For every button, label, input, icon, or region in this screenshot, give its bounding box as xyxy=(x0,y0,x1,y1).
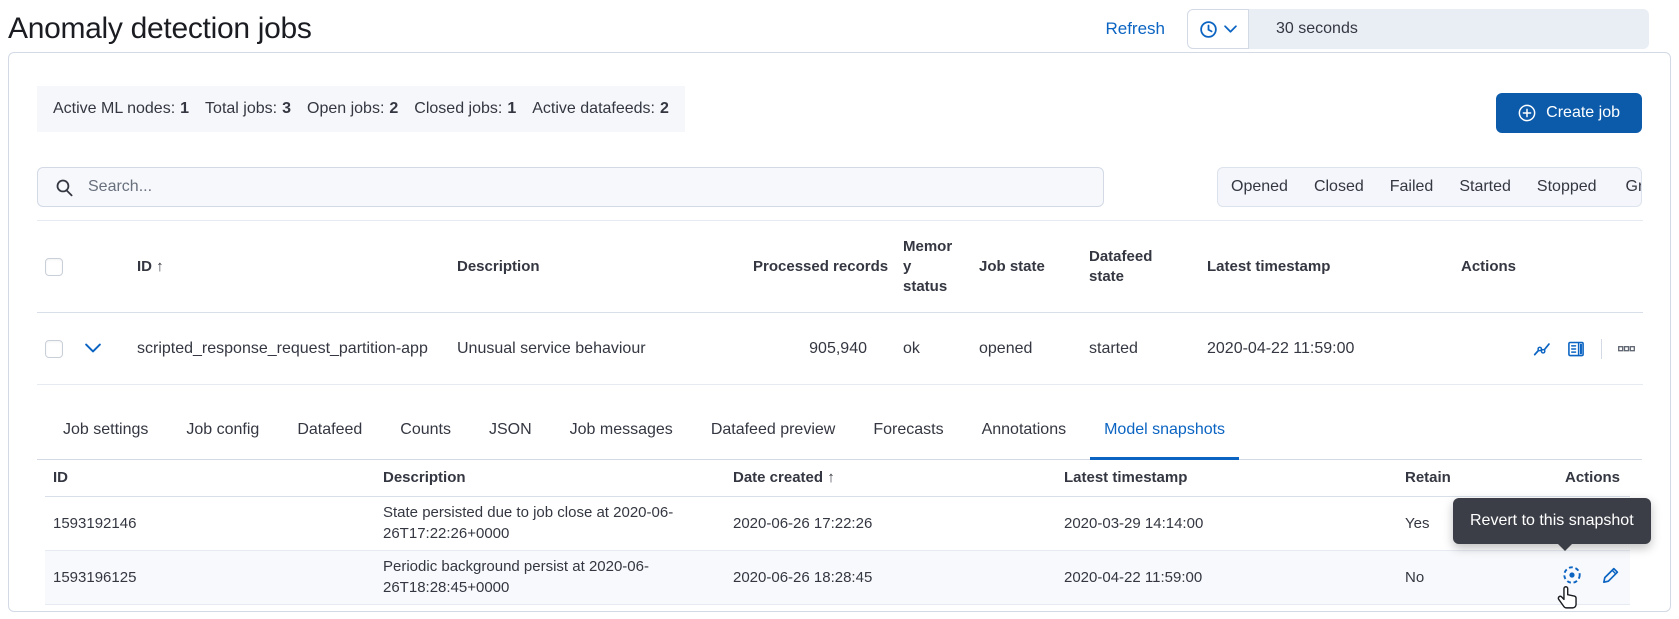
job-datafeed-state: started xyxy=(1077,313,1195,385)
tab-job-messages[interactable]: Job messages xyxy=(556,391,687,459)
refresh-interval-picker: 30 seconds xyxy=(1187,9,1649,49)
stat-total-jobs: Total jobs:3 xyxy=(205,100,291,118)
column-header-actions: Actions xyxy=(1425,221,1643,313)
jobs-table-header-row: ID ↑ Description Processed records Memor… xyxy=(37,221,1643,313)
snapshot-id: 1593192146 xyxy=(45,496,375,550)
snap-column-latest-timestamp[interactable]: Latest timestamp xyxy=(1056,460,1397,496)
job-state: opened xyxy=(967,313,1077,385)
single-metric-viewer-icon[interactable] xyxy=(1533,340,1551,358)
filter-started[interactable]: Started xyxy=(1446,168,1524,206)
job-memory-status: ok xyxy=(891,313,967,385)
search-box xyxy=(37,167,1104,207)
snapshot-id: 1593196125 xyxy=(45,550,375,604)
snapshot-date-created: 2020-06-26 17:22:26 xyxy=(725,496,1056,550)
tab-datafeed-preview[interactable]: Datafeed preview xyxy=(697,391,850,459)
column-header-latest-timestamp[interactable]: Latest timestamp xyxy=(1195,221,1425,313)
snapshots-header-row: ID Description Date created ↑ Latest tim… xyxy=(45,460,1630,496)
revert-snapshot-tooltip: Revert to this snapshot xyxy=(1453,498,1651,544)
job-processed-records: 905,940 xyxy=(741,313,891,385)
job-id: scripted_response_request_partition-app xyxy=(111,313,441,385)
job-row: scripted_response_request_partition-app … xyxy=(37,313,1643,385)
expand-column-header xyxy=(73,221,111,313)
column-header-description[interactable]: Description xyxy=(441,221,741,313)
clock-icon xyxy=(1199,20,1218,39)
snapshot-date-created: 2020-06-26 18:28:45 xyxy=(725,550,1056,604)
tab-job-settings[interactable]: Job settings xyxy=(49,391,162,459)
tab-forecasts[interactable]: Forecasts xyxy=(859,391,957,459)
sort-ascending-icon: ↑ xyxy=(827,469,835,486)
snap-column-description[interactable]: Description xyxy=(375,460,725,496)
jobs-panel: Active ML nodes:1 Total jobs:3 Open jobs… xyxy=(8,52,1671,612)
column-header-processed-records[interactable]: Processed records xyxy=(741,221,891,313)
stat-open-jobs: Open jobs:2 xyxy=(307,100,398,118)
collapse-row-chevron-icon[interactable] xyxy=(85,343,101,353)
create-job-button[interactable]: Create job xyxy=(1496,93,1642,133)
tab-annotations[interactable]: Annotations xyxy=(968,391,1081,459)
filter-group: Opened Closed Failed Started Stopped Gro… xyxy=(1217,167,1642,207)
row-checkbox[interactable] xyxy=(45,340,63,358)
sort-ascending-icon: ↑ xyxy=(156,258,164,275)
stat-active-ml-nodes: Active ML nodes:1 xyxy=(53,100,189,118)
search-icon xyxy=(55,178,74,197)
tab-job-config[interactable]: Job config xyxy=(172,391,273,459)
column-header-memory-status[interactable]: Memory status xyxy=(891,221,967,313)
plus-in-circle-icon xyxy=(1518,104,1536,122)
tab-json[interactable]: JSON xyxy=(475,391,546,459)
snapshot-latest-timestamp: 2020-04-22 11:59:00 xyxy=(1056,550,1397,604)
filter-closed[interactable]: Closed xyxy=(1301,168,1377,206)
column-header-datafeed-state[interactable]: Datafeed state xyxy=(1077,221,1195,313)
tab-datafeed[interactable]: Datafeed xyxy=(283,391,376,459)
ml-stats-bar: Active ML nodes:1 Total jobs:3 Open jobs… xyxy=(37,86,685,132)
refresh-interval-value[interactable]: 30 seconds xyxy=(1249,9,1649,49)
chevron-down-icon xyxy=(1224,25,1237,33)
snapshot-row: 1593192146 State persisted due to job cl… xyxy=(45,496,1630,550)
actions-divider xyxy=(1601,339,1602,359)
job-description: Unusual service behaviour xyxy=(441,313,741,385)
job-latest-timestamp: 2020-04-22 11:59:00 xyxy=(1195,313,1425,385)
snap-column-actions: Actions xyxy=(1532,460,1630,496)
column-header-id[interactable]: ID ↑ xyxy=(111,221,441,313)
jobs-table: ID ↑ Description Processed records Memor… xyxy=(37,220,1643,385)
snap-column-id[interactable]: ID xyxy=(45,460,375,496)
model-snapshots-table: ID Description Date created ↑ Latest tim… xyxy=(45,460,1630,605)
snap-column-retain[interactable]: Retain xyxy=(1397,460,1532,496)
select-all-checkbox[interactable] xyxy=(45,258,63,276)
job-detail-tabs: Job settings Job config Datafeed Counts … xyxy=(37,391,1642,460)
edit-snapshot-icon[interactable] xyxy=(1601,566,1620,585)
tab-counts[interactable]: Counts xyxy=(386,391,465,459)
page-header: Anomaly detection jobs Refresh 30 second… xyxy=(0,0,1679,52)
snapshot-description: Periodic background persist at 2020-06-2… xyxy=(375,550,725,604)
tab-model-snapshots[interactable]: Model snapshots xyxy=(1090,391,1239,459)
snapshot-latest-timestamp: 2020-03-29 14:14:00 xyxy=(1056,496,1397,550)
filter-opened[interactable]: Opened xyxy=(1218,168,1301,206)
tooltip-caret xyxy=(1557,543,1573,551)
stat-closed-jobs: Closed jobs:1 xyxy=(414,100,516,118)
refresh-button[interactable]: Refresh xyxy=(1105,19,1165,39)
more-actions-icon[interactable] xyxy=(1618,346,1635,352)
snapshot-row: 1593196125 Periodic background persist a… xyxy=(45,550,1630,604)
filter-failed[interactable]: Failed xyxy=(1377,168,1447,206)
column-header-job-state[interactable]: Job state xyxy=(967,221,1077,313)
quick-select-button[interactable] xyxy=(1187,9,1249,49)
snapshot-retain: No xyxy=(1397,550,1532,604)
filter-stopped[interactable]: Stopped xyxy=(1524,168,1610,206)
stat-active-datafeeds: Active datafeeds:2 xyxy=(532,100,669,118)
revert-snapshot-icon[interactable] xyxy=(1561,564,1583,586)
page-title: Anomaly detection jobs xyxy=(8,12,1105,46)
anomaly-explorer-icon[interactable] xyxy=(1567,340,1585,358)
snap-column-date-created[interactable]: Date created ↑ xyxy=(725,460,1056,496)
search-input[interactable] xyxy=(88,178,1086,196)
group-filter-dropdown[interactable]: Group xyxy=(1610,168,1642,206)
snapshot-description: State persisted due to job close at 2020… xyxy=(375,496,725,550)
